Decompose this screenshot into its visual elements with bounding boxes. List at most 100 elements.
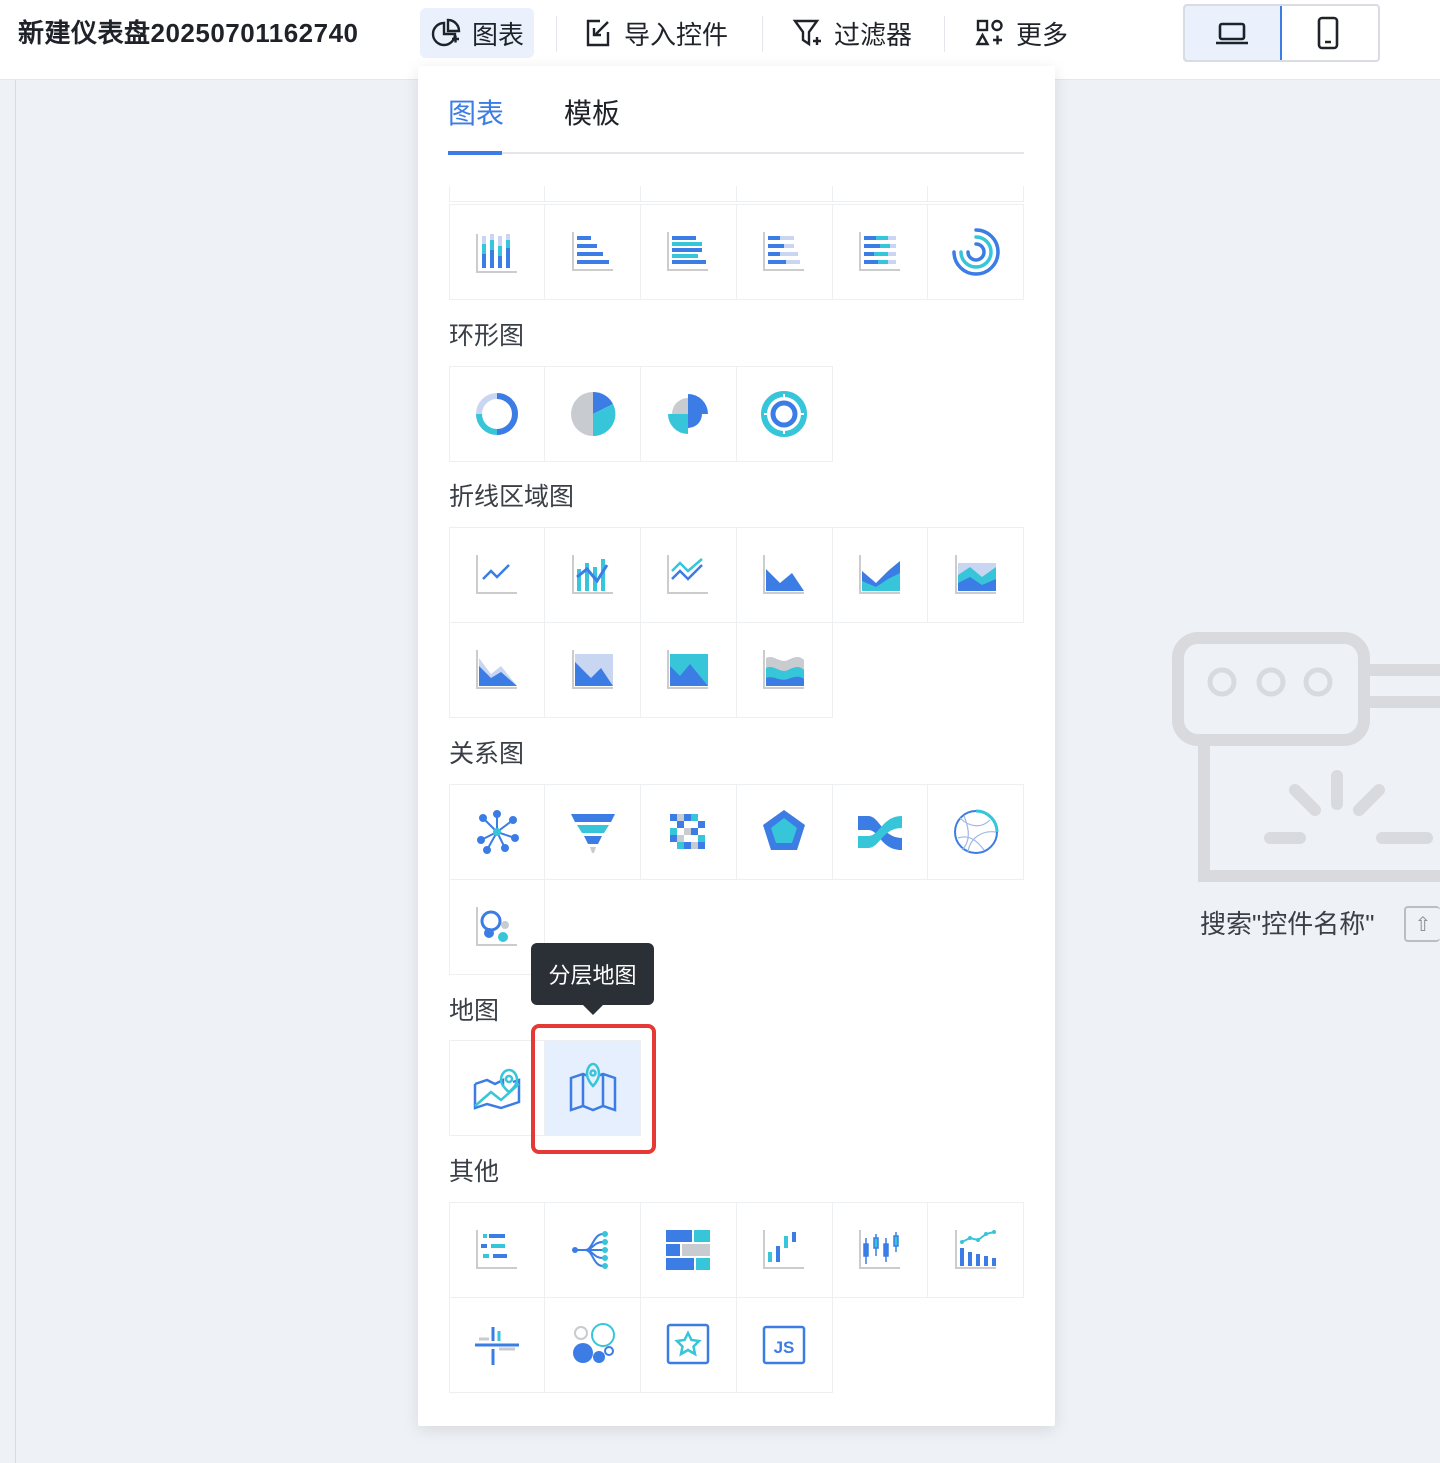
radial-bar-chart-option[interactable] bbox=[927, 203, 1025, 300]
gantt-chart-option[interactable] bbox=[448, 1201, 546, 1298]
line-area-chart-grid bbox=[448, 526, 1025, 718]
stacked-column-chart-option[interactable] bbox=[448, 203, 546, 300]
combo-chart-option[interactable] bbox=[544, 526, 642, 623]
chart-option[interactable] bbox=[927, 186, 1024, 202]
stacked-area-icon bbox=[859, 554, 901, 594]
laptop-icon bbox=[1216, 22, 1249, 45]
bullet-chart-option[interactable] bbox=[448, 1296, 546, 1393]
chart-option[interactable] bbox=[831, 186, 929, 202]
boxplot-chart-option[interactable] bbox=[831, 1201, 929, 1298]
kpi-card-option[interactable] bbox=[640, 1296, 737, 1393]
waterfall-icon bbox=[763, 1229, 805, 1269]
sankey-chart-option[interactable] bbox=[831, 783, 929, 880]
histogram-line-icon bbox=[954, 1229, 996, 1269]
mobile-icon bbox=[1317, 16, 1339, 50]
bar-chart-option[interactable] bbox=[544, 203, 642, 300]
custom-js-option[interactable]: JS bbox=[735, 1296, 833, 1393]
area-chart-icon bbox=[763, 554, 805, 594]
donut-chart-option[interactable] bbox=[448, 365, 546, 462]
multi-line-chart-option[interactable] bbox=[640, 526, 737, 623]
column-line-combo-icon bbox=[571, 554, 613, 594]
stacked-bar-icon bbox=[763, 231, 805, 271]
step-area-icon bbox=[667, 649, 709, 689]
multi-ring-chart-option[interactable] bbox=[735, 365, 833, 462]
section-line-label: 折线区域图 bbox=[449, 483, 575, 511]
chart-option[interactable] bbox=[640, 186, 737, 202]
shift-key-icon: ⇧ bbox=[1404, 906, 1440, 942]
dashboard-title[interactable]: 新建仪表盘20250701162740 bbox=[18, 14, 359, 52]
desktop-view-button[interactable] bbox=[1185, 6, 1282, 60]
tree-chart-option[interactable] bbox=[544, 1201, 642, 1298]
step-area-chart-option[interactable] bbox=[640, 621, 737, 718]
chord-chart-option[interactable] bbox=[927, 783, 1025, 880]
funnel-icon bbox=[570, 813, 615, 853]
funnel-chart-option[interactable] bbox=[544, 783, 642, 880]
sankey-icon bbox=[858, 815, 903, 850]
js-code-icon: JS bbox=[763, 1325, 806, 1364]
map-pin-icon bbox=[473, 1068, 521, 1110]
search-hint: 搜索"控件名称" bbox=[1200, 909, 1375, 939]
section-other-label: 其他 bbox=[449, 1158, 500, 1186]
other-chart-grid: JS bbox=[448, 1201, 1025, 1393]
rose-pie-icon bbox=[668, 393, 709, 434]
chart-icon bbox=[431, 18, 461, 47]
pie-icon bbox=[570, 391, 616, 436]
mobile-view-button[interactable] bbox=[1280, 6, 1377, 60]
percent-bar-chart-option[interactable] bbox=[831, 203, 929, 300]
pie-chart-option[interactable] bbox=[544, 365, 642, 462]
radial-bar-icon bbox=[952, 227, 1000, 276]
chart-option[interactable] bbox=[735, 186, 833, 202]
section-relation-label: 关系图 bbox=[449, 740, 525, 768]
stacked-area-chart-option[interactable] bbox=[831, 526, 929, 623]
rose-chart-option[interactable] bbox=[640, 365, 737, 462]
grouped-bar-icon bbox=[667, 231, 709, 271]
area-range-icon bbox=[571, 649, 613, 689]
empty-canvas-illustration bbox=[1172, 632, 1440, 882]
packed-bubble-option[interactable] bbox=[544, 1296, 642, 1393]
multi-line-icon bbox=[667, 554, 709, 594]
area-variant-chart-option[interactable] bbox=[448, 621, 546, 718]
radar-chart-option[interactable] bbox=[735, 783, 833, 880]
network-graph-icon bbox=[476, 809, 519, 854]
more-components-icon bbox=[975, 19, 1003, 46]
radar-icon bbox=[763, 809, 806, 850]
area-range-chart-option[interactable] bbox=[544, 621, 642, 718]
tab-charts[interactable]: 图表 bbox=[448, 94, 504, 134]
chart-picker-panel: 图表 模板 环形图 折线区域图 关系图 地图 其他 JS 分层地图 bbox=[418, 66, 1055, 1426]
device-switch bbox=[1183, 4, 1380, 62]
divider bbox=[944, 16, 945, 52]
percent-area-chart-option[interactable] bbox=[927, 526, 1025, 623]
tab-templates[interactable]: 模板 bbox=[564, 94, 620, 134]
chart-option[interactable] bbox=[449, 186, 546, 202]
percent-stacked-bar-icon bbox=[859, 231, 901, 271]
import-widget-button[interactable]: 导入控件 bbox=[572, 8, 738, 58]
stream-area-chart-option[interactable] bbox=[735, 621, 833, 718]
picker-tabs: 图表 模板 bbox=[448, 90, 1024, 155]
highlight-box bbox=[531, 1024, 656, 1154]
horizontal-bar-icon bbox=[571, 231, 613, 271]
stacked-bar-chart-option[interactable] bbox=[735, 203, 833, 300]
section-ring-label: 环形图 bbox=[449, 322, 525, 350]
histogram-chart-option[interactable] bbox=[927, 1201, 1025, 1298]
scatter-bubble-icon bbox=[475, 906, 517, 946]
multi-ring-icon bbox=[761, 390, 808, 437]
filter-button[interactable]: 过滤器 bbox=[782, 8, 922, 58]
treemap-option[interactable] bbox=[640, 1201, 737, 1298]
divider bbox=[762, 16, 763, 52]
more-button[interactable]: 更多 bbox=[964, 8, 1078, 58]
network-graph-option[interactable] bbox=[448, 783, 546, 880]
more-label: 更多 bbox=[1016, 19, 1069, 50]
waterfall-chart-option[interactable] bbox=[735, 1201, 833, 1298]
chart-button[interactable]: 图表 bbox=[420, 8, 535, 58]
area-chart-option[interactable] bbox=[735, 526, 833, 623]
grouped-bar-chart-option[interactable] bbox=[640, 203, 737, 300]
filter-add-icon bbox=[792, 19, 821, 47]
area-gradient-icon bbox=[475, 649, 517, 689]
svg-text:JS: JS bbox=[774, 1338, 795, 1357]
line-chart-option[interactable] bbox=[448, 526, 546, 623]
stream-area-icon bbox=[763, 649, 805, 689]
chart-option[interactable] bbox=[544, 186, 642, 202]
heatmap-icon bbox=[670, 813, 706, 849]
heatmap-option[interactable] bbox=[640, 783, 737, 880]
donut-icon bbox=[475, 392, 518, 435]
